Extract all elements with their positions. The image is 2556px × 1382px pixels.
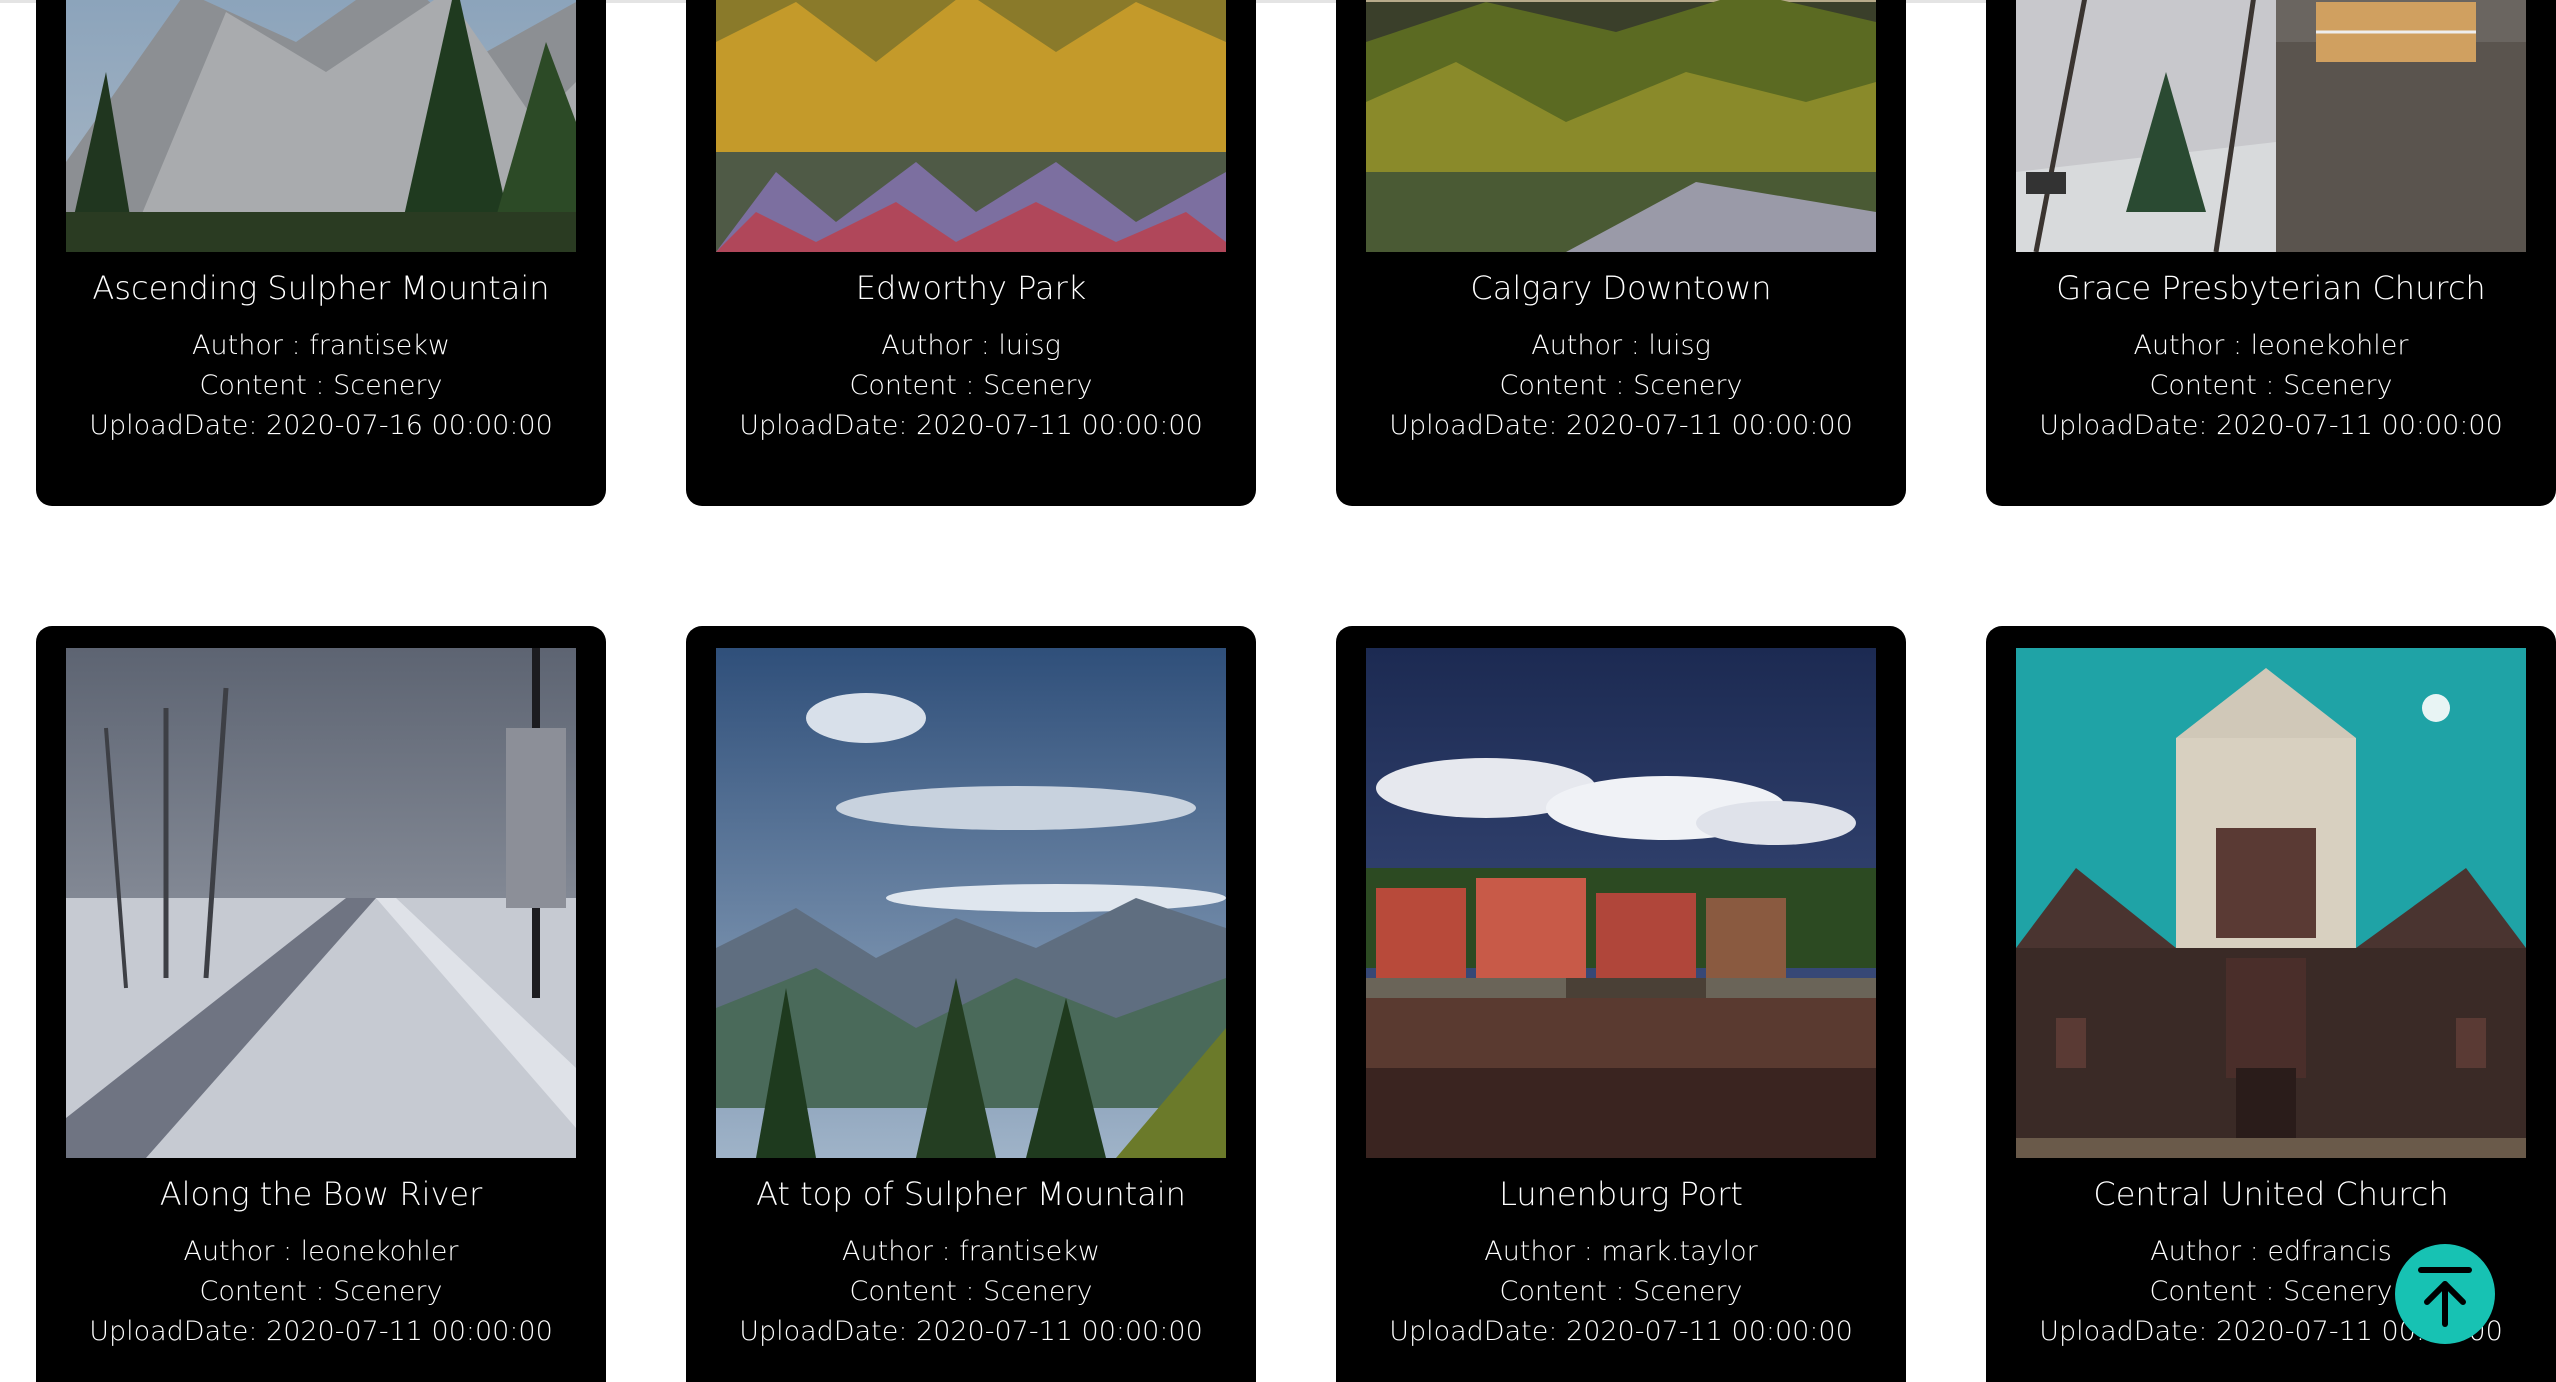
photo-card[interactable]: Calgary Downtown Author : luisg Content …	[1336, 0, 1906, 506]
photo-thumbnail[interactable]	[716, 648, 1226, 1158]
card-info: Edworthy Park Author : luisg Content : S…	[686, 252, 1256, 446]
photo-upload-date: UploadDate: 2020-07-11 00:00:00	[1389, 410, 1853, 441]
photo-card[interactable]: Along the Bow River Author : leonekohler…	[36, 626, 606, 1382]
photo-author: Author : frantisekw	[842, 1236, 1100, 1267]
photo-content: Content : Scenery	[199, 370, 443, 401]
photo-content: Content : Scenery	[2149, 370, 2393, 401]
photo-upload-date: UploadDate: 2020-07-11 00:00:00	[2039, 410, 2503, 441]
photo-title[interactable]: Lunenburg Port	[1336, 1174, 1906, 1214]
photo-thumbnail[interactable]	[1366, 648, 1876, 1158]
photo-thumbnail[interactable]	[66, 648, 576, 1158]
photo-upload-date: UploadDate: 2020-07-11 00:00:00	[739, 410, 1203, 441]
photo-author: Author : frantisekw	[192, 330, 450, 361]
photo-upload-date: UploadDate: 2020-07-11 00:00:00	[89, 1316, 553, 1347]
photo-card[interactable]: Lunenburg Port Author : mark.taylor Cont…	[1336, 626, 1906, 1382]
photo-title[interactable]: Central United Church	[1986, 1174, 2556, 1214]
photo-author: Author : leonekohler	[2133, 330, 2409, 361]
photo-card[interactable]: Edworthy Park Author : luisg Content : S…	[686, 0, 1256, 506]
card-info: Lunenburg Port Author : mark.taylor Cont…	[1336, 1158, 1906, 1352]
photo-thumbnail[interactable]	[66, 0, 576, 252]
photo-content: Content : Scenery	[199, 1276, 443, 1307]
card-info: Calgary Downtown Author : luisg Content …	[1336, 252, 1906, 446]
gallery-page: Ascending Sulpher Mountain Author : fran…	[0, 0, 2556, 1382]
photo-author: Author : luisg	[1531, 330, 1711, 361]
photo-title[interactable]: Calgary Downtown	[1336, 268, 1906, 308]
card-info: Along the Bow River Author : leonekohler…	[36, 1158, 606, 1352]
arrow-up-to-top-icon	[2418, 1267, 2472, 1327]
photo-title[interactable]: Edworthy Park	[686, 268, 1256, 308]
photo-author: Author : luisg	[881, 330, 1061, 361]
photo-thumbnail[interactable]	[2016, 0, 2526, 252]
photo-upload-date: UploadDate: 2020-07-16 00:00:00	[89, 410, 553, 441]
photo-thumbnail[interactable]	[2016, 648, 2526, 1158]
photo-content: Content : Scenery	[1499, 1276, 1743, 1307]
photo-content: Content : Scenery	[849, 1276, 1093, 1307]
photo-upload-date: UploadDate: 2020-07-11 00:00:00	[739, 1316, 1203, 1347]
card-info: Ascending Sulpher Mountain Author : fran…	[36, 252, 606, 446]
photo-title[interactable]: Grace Presbyterian Church	[1986, 268, 2556, 308]
photo-content: Content : Scenery	[849, 370, 1093, 401]
photo-card[interactable]: Grace Presbyterian Church Author : leone…	[1986, 0, 2556, 506]
photo-title[interactable]: At top of Sulpher Mountain	[686, 1174, 1256, 1214]
photo-author: Author : mark.taylor	[1484, 1236, 1758, 1267]
card-info: At top of Sulpher Mountain Author : fran…	[686, 1158, 1256, 1352]
photo-content: Content : Scenery	[1499, 370, 1743, 401]
card-info: Grace Presbyterian Church Author : leone…	[1986, 252, 2556, 446]
photo-title[interactable]: Along the Bow River	[36, 1174, 606, 1214]
photo-author: Author : leonekohler	[183, 1236, 459, 1267]
photo-thumbnail[interactable]	[716, 0, 1226, 252]
photo-upload-date: UploadDate: 2020-07-11 00:00:00	[1389, 1316, 1853, 1347]
photo-card[interactable]: Ascending Sulpher Mountain Author : fran…	[36, 0, 606, 506]
photo-title[interactable]: Ascending Sulpher Mountain	[36, 268, 606, 308]
back-to-top-button[interactable]	[2395, 1244, 2495, 1344]
photo-thumbnail[interactable]	[1366, 0, 1876, 252]
photo-card[interactable]: At top of Sulpher Mountain Author : fran…	[686, 626, 1256, 1382]
